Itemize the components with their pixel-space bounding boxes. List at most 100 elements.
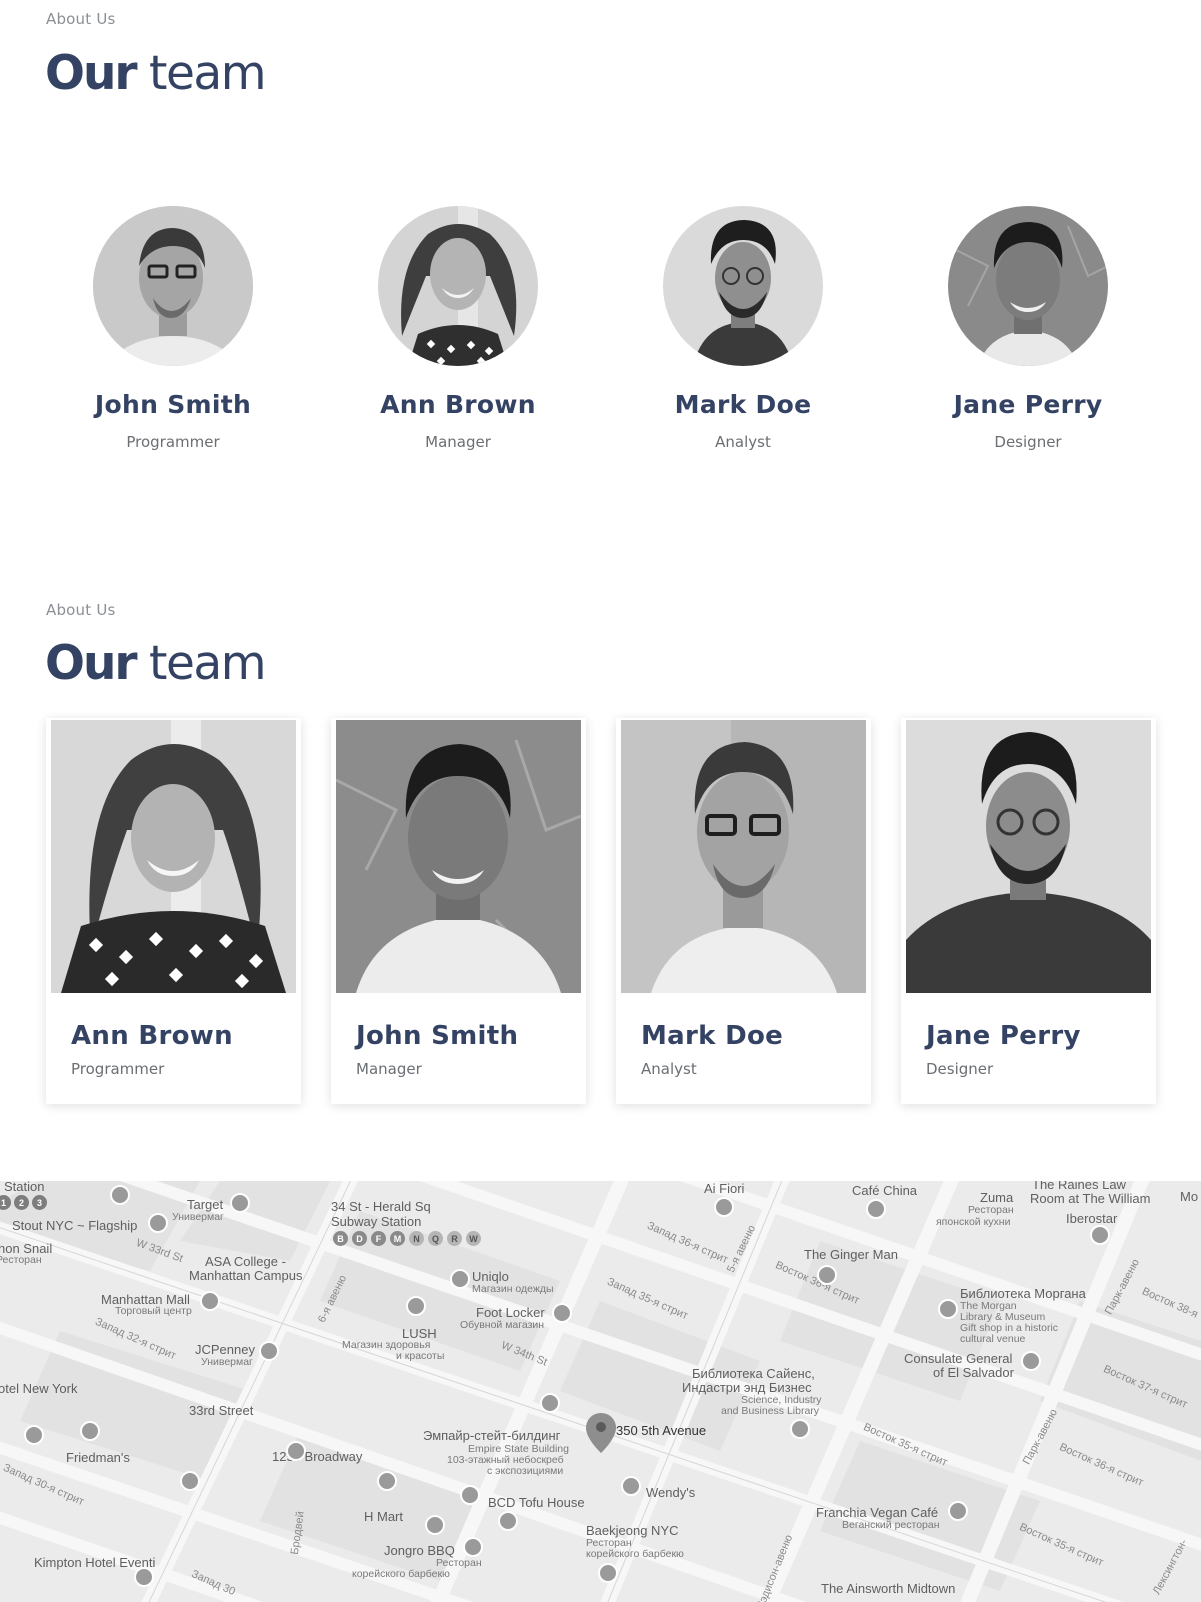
restaurant-icon[interactable] [425, 1515, 445, 1535]
restaurant-icon[interactable] [148, 1213, 168, 1233]
location-pin-icon[interactable] [586, 1413, 616, 1453]
team-member-card: Ann Brown Programmer [46, 718, 301, 1104]
map-label: Веганский ресторан [842, 1519, 940, 1531]
section2-title: Our team [45, 640, 266, 687]
map-label: of El Salvador [933, 1365, 1014, 1380]
member-name: Mark Doe [641, 1021, 784, 1051]
bar-icon[interactable] [817, 1265, 837, 1285]
map-label: Индастри энд Бизнес [682, 1380, 812, 1395]
section2-title-light: team [149, 636, 266, 691]
map-label: cultural venue [960, 1333, 1026, 1345]
map-label: Station [4, 1181, 45, 1194]
hotel-icon[interactable] [134, 1567, 154, 1587]
team-member-circle: Mark Doe Analyst [623, 206, 863, 451]
location-map[interactable]: 1 2 3 B D F M N Q R W Target Универмаг 3… [0, 1181, 1201, 1602]
team-member-circle: Jane Perry Designer [908, 206, 1148, 451]
member-name: Jane Perry [926, 1021, 1081, 1051]
map-label: с экспозициями [487, 1465, 564, 1477]
hotel-icon[interactable] [24, 1425, 44, 1445]
map-label: Subway Station [331, 1214, 422, 1229]
place-icon[interactable] [286, 1441, 306, 1461]
member-photo [621, 720, 866, 993]
team-member-circle: John Smith Programmer [53, 206, 293, 451]
map-label: Универмаг [201, 1356, 253, 1368]
map-label: Manhattan Campus [189, 1268, 303, 1283]
map-label: Библиотека Моргана [960, 1286, 1086, 1301]
map-label: Обувной магазин [460, 1319, 545, 1331]
team-member-card: Mark Doe Analyst [616, 718, 871, 1104]
consulate-icon[interactable] [1021, 1351, 1041, 1371]
shop-icon[interactable] [377, 1471, 397, 1491]
member-name: Jane Perry [953, 390, 1103, 419]
map-label: 34 St - Herald Sq [331, 1199, 431, 1214]
member-photo [906, 720, 1151, 993]
map-label: Target [187, 1197, 224, 1212]
shop-icon[interactable] [406, 1296, 426, 1316]
subway-line-badge: 1 [0, 1195, 11, 1210]
subway-line-badge: 3 [32, 1195, 47, 1210]
member-role: Analyst [715, 433, 771, 451]
map-label: and Business Library [721, 1405, 820, 1417]
team-member-circle: Ann Brown Manager [338, 206, 578, 451]
map-label: корейского барбекю [352, 1568, 450, 1580]
avatar-photo [93, 206, 253, 366]
map-label: ASA College - [205, 1254, 286, 1269]
restaurant-icon[interactable] [866, 1199, 886, 1219]
shop-icon[interactable] [450, 1269, 470, 1289]
subway-line-badge: W [466, 1231, 481, 1246]
section2-eyebrow: About Us [46, 601, 116, 619]
library-icon[interactable] [790, 1419, 810, 1439]
member-name: Mark Doe [674, 390, 812, 419]
restaurant-icon[interactable] [463, 1537, 483, 1557]
museum-icon[interactable] [938, 1299, 958, 1319]
map-label: Café China [852, 1183, 918, 1198]
map-label: Iberostar [1066, 1211, 1118, 1226]
shop-icon[interactable] [200, 1291, 220, 1311]
map-label: Kimpton Hotel Eventi [34, 1555, 156, 1570]
landmark-icon[interactable] [540, 1393, 560, 1413]
section1-title-bold: Our [45, 46, 138, 101]
subway-line-badge: Q [428, 1231, 443, 1246]
restaurant-icon[interactable] [460, 1485, 480, 1505]
subway-line-badge: D [352, 1231, 367, 1246]
restaurant-icon[interactable] [498, 1511, 518, 1531]
restaurant-icon[interactable] [80, 1421, 100, 1441]
map-label: 350 5th Avenue [616, 1423, 707, 1438]
map-label: Franchia Vegan Café [816, 1505, 939, 1520]
map-label: корейского барбекю [586, 1548, 684, 1560]
section2-title-bold: Our [45, 636, 138, 691]
map-label: Uniqlo [472, 1269, 509, 1284]
shop-icon[interactable] [180, 1471, 200, 1491]
map-label: 33rd Street [189, 1403, 254, 1418]
map-label: The Ainsworth Midtown [821, 1581, 956, 1596]
map-label: Эмпайр-стейт-билдинг [423, 1428, 561, 1443]
avatar-photo [948, 206, 1108, 366]
map-label: Mo [1180, 1189, 1199, 1204]
shop-icon[interactable] [110, 1185, 130, 1205]
restaurant-icon[interactable] [598, 1563, 618, 1583]
subway-line-badge: M [390, 1231, 405, 1246]
hotel-icon[interactable] [1090, 1225, 1110, 1245]
map-label: The Ginger Man [804, 1247, 898, 1262]
section1-title: Our team [45, 50, 266, 97]
map-label: Jongro BBQ [384, 1543, 455, 1558]
shop-icon[interactable] [259, 1341, 279, 1361]
shop-icon[interactable] [230, 1193, 250, 1213]
restaurant-icon[interactable] [948, 1501, 968, 1521]
member-photo [336, 720, 581, 993]
avatar-photo [663, 206, 823, 366]
map-label: Consulate General [904, 1351, 1013, 1366]
shop-icon[interactable] [552, 1303, 572, 1323]
member-role: Designer [994, 433, 1062, 451]
subway-line-badge: B [333, 1231, 348, 1246]
subway-badges-top: 1 2 3 [0, 1195, 47, 1210]
avatar-photo [378, 206, 538, 366]
restaurant-icon[interactable] [621, 1476, 641, 1496]
map-label: Friedman's [66, 1450, 130, 1465]
map-label: Ресторан [968, 1204, 1014, 1216]
map-label: Foot Locker [476, 1305, 545, 1320]
map-label: Zuma [980, 1190, 1014, 1205]
section1-title-light: team [149, 46, 266, 101]
map-label: JCPenney [195, 1342, 255, 1357]
restaurant-icon[interactable] [714, 1197, 734, 1217]
